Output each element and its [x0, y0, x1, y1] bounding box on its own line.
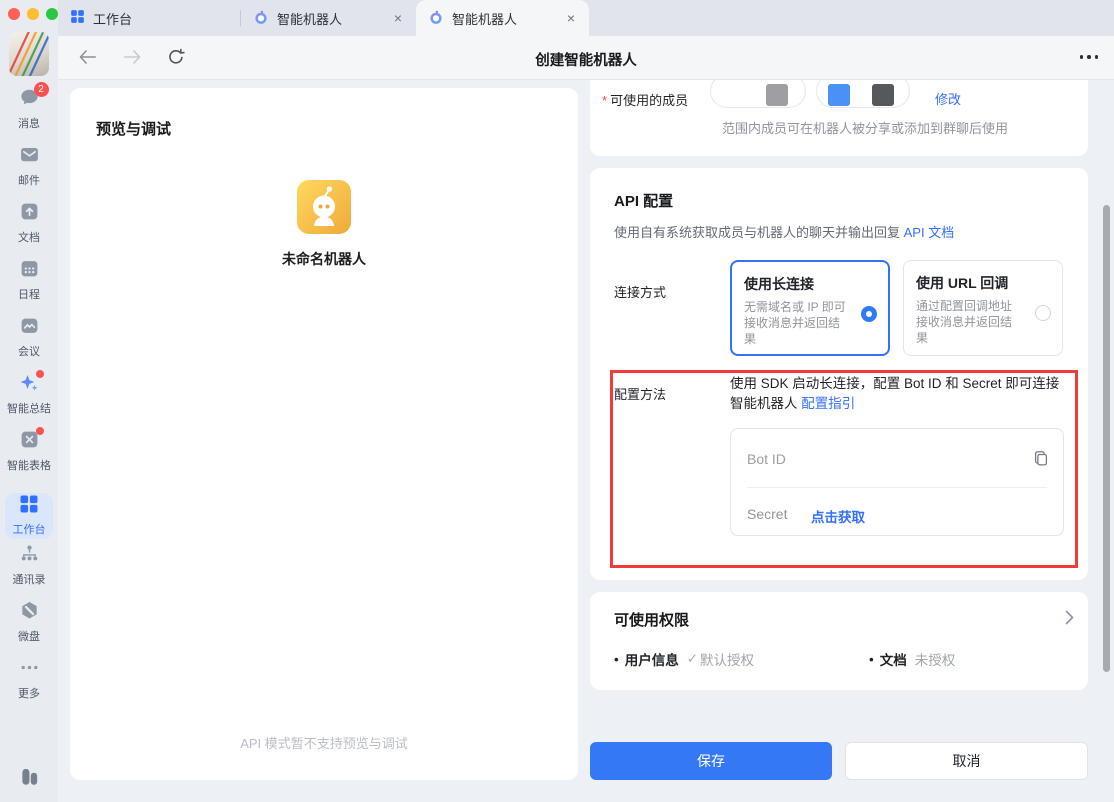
usage-stats-button[interactable] — [0, 765, 58, 792]
check-icon: ✓ — [687, 651, 698, 667]
close-window-button[interactable] — [8, 8, 20, 20]
edit-members-link[interactable]: 修改 — [935, 89, 961, 108]
unread-badge: 2 — [34, 82, 49, 97]
tab-workbench[interactable]: 工作台 — [58, 0, 240, 36]
bot-identity: 未命名机器人 — [70, 180, 578, 269]
tab-smart-bot-2-active[interactable]: 智能机器人 × — [416, 0, 589, 36]
secret-label: Secret — [747, 506, 787, 522]
save-button[interactable]: 保存 — [590, 742, 832, 780]
preview-title: 预览与调试 — [96, 118, 171, 139]
sidebar-item-smart-table[interactable]: 智能表格 — [0, 430, 58, 487]
sidebar-item-mail[interactable]: 邮件 — [0, 145, 58, 202]
sidebar-item-smart-summary[interactable]: 智能总结 — [0, 373, 58, 430]
notification-dot — [36, 427, 44, 435]
vertical-scrollbar-thumb[interactable] — [1103, 205, 1110, 672]
user-avatar[interactable] — [9, 32, 49, 76]
api-doc-link[interactable]: API 文档 — [904, 225, 955, 240]
api-config-title: API 配置 — [614, 190, 673, 211]
robot-tab-icon — [428, 9, 444, 28]
sidebar-item-messages[interactable]: 2 消息 — [0, 88, 58, 145]
tab-close-icon[interactable]: × — [565, 10, 577, 26]
get-secret-link[interactable]: 点击获取 — [811, 506, 865, 526]
config-method-label: 配置方法 — [614, 384, 666, 403]
sidebar-item-drive[interactable]: 微盘 — [0, 601, 58, 658]
bot-id-input[interactable]: Bot ID — [747, 451, 1007, 467]
sidebar-item-contacts[interactable]: 通讯录 — [0, 544, 58, 601]
document-icon — [19, 201, 40, 227]
radio-selected-icon[interactable] — [861, 306, 877, 322]
meeting-icon — [19, 315, 40, 341]
robot-tab-icon — [253, 9, 269, 28]
page-title: 创建智能机器人 — [58, 49, 1114, 70]
sidebar-item-workbench[interactable]: 工作台 — [0, 487, 58, 544]
mail-icon — [19, 144, 40, 170]
cancel-button[interactable]: 取消 — [845, 742, 1088, 780]
preview-panel: 预览与调试 未命名机器人 API 模式暂不支持预览与调试 — [70, 88, 578, 780]
permissions-card[interactable]: 可使用权限 • 用户信息 ✓ 默认授权 • 文档 未授权 — [590, 592, 1088, 690]
permissions-title: 可使用权限 — [614, 609, 689, 630]
toolbar: 创建智能机器人 — [58, 36, 1114, 80]
stats-bars-icon — [18, 765, 40, 792]
sidebar-item-more[interactable]: 更多 — [0, 658, 58, 715]
contacts-org-icon — [19, 543, 40, 569]
sidebar-item-meeting[interactable]: 会议 — [0, 316, 58, 373]
member-avatar — [766, 84, 788, 106]
chevron-right-icon[interactable] — [1065, 610, 1074, 630]
config-guide-link[interactable]: 配置指引 — [801, 396, 855, 411]
workbench-grid-icon — [19, 494, 39, 519]
members-card: *可使用的成员 修改 范围内成员可在机器人被分享或添加到群聊后使用 — [590, 80, 1088, 156]
api-config-subtitle: 使用自有系统获取成员与机器人的聊天并输出回复 API 文档 — [614, 222, 954, 241]
more-dots-icon — [19, 657, 40, 683]
tab-smart-bot-1[interactable]: 智能机器人 × — [241, 0, 416, 36]
option-url-callback[interactable]: 使用 URL 回调 通过配置回调地址接收消息并返回结果 — [903, 260, 1063, 356]
member-avatar — [872, 84, 894, 106]
sidebar-nav: 2 消息 邮件 文档 日程 会议 — [0, 88, 58, 715]
calendar-icon — [19, 258, 40, 284]
more-menu-button[interactable] — [1080, 55, 1099, 59]
window-controls — [8, 8, 58, 20]
field-divider — [747, 487, 1047, 488]
maximize-window-button[interactable] — [46, 8, 58, 20]
tab-bar: 工作台 智能机器人 × 智能机器人 × — [58, 0, 1114, 36]
member-avatar — [828, 84, 850, 106]
drive-icon — [19, 600, 40, 626]
members-hint: 范围内成员可在机器人被分享或添加到群聊后使用 — [722, 118, 1008, 137]
bullet-icon: • — [614, 652, 619, 667]
app-window: { "colors": { "accent_blue": "#3370ff", … — [0, 0, 1114, 802]
workbench-grid-icon — [70, 9, 85, 27]
radio-unselected-icon[interactable] — [1035, 305, 1051, 321]
credentials-box: Bot ID Secret 点击获取 — [730, 428, 1064, 536]
member-chip[interactable] — [710, 80, 806, 108]
config-method-desc: 使用 SDK 启动长连接，配置 Bot ID 和 Secret 即可连接智能机器… — [730, 374, 1068, 414]
sidebar-item-calendar[interactable]: 日程 — [0, 259, 58, 316]
copy-icon[interactable] — [1032, 450, 1050, 473]
option-long-connection[interactable]: 使用长连接 无需域名或 IP 即可接收消息并返回结果 — [730, 260, 890, 356]
sidebar-item-docs[interactable]: 文档 — [0, 202, 58, 259]
permission-docs: • 文档 未授权 — [869, 649, 955, 669]
main-content: 预览与调试 未命名机器人 API 模式暂不支持预览与调试 *可使用的成员 修改 … — [58, 80, 1114, 802]
minimize-window-button[interactable] — [27, 8, 39, 20]
notification-dot — [36, 370, 44, 378]
permission-user-info: • 用户信息 ✓ 默认授权 — [614, 649, 754, 669]
preview-unsupported-note: API 模式暂不支持预览与调试 — [70, 733, 578, 752]
tab-close-icon[interactable]: × — [392, 10, 404, 26]
required-asterisk: * — [602, 93, 607, 108]
robot-avatar-icon — [297, 221, 351, 238]
bullet-icon: • — [869, 652, 874, 667]
connection-method-label: 连接方式 — [614, 282, 666, 301]
members-label: *可使用的成员 — [602, 90, 688, 109]
bot-name: 未命名机器人 — [70, 249, 578, 269]
api-config-card: API 配置 使用自有系统获取成员与机器人的聊天并输出回复 API 文档 连接方… — [590, 168, 1088, 580]
left-rail: 2 消息 邮件 文档 日程 会议 — [0, 0, 58, 802]
